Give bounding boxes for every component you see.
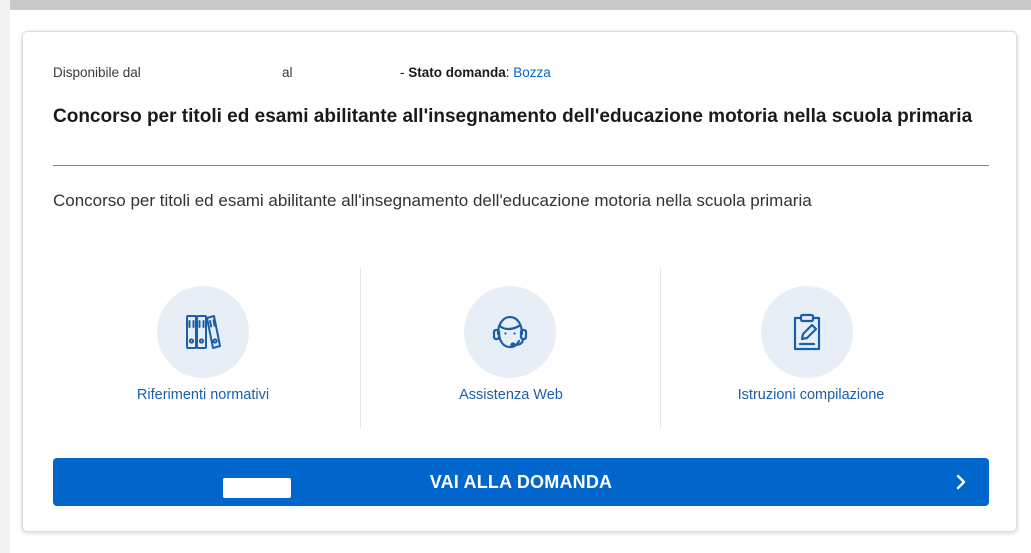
clipboard-edit-icon [761, 286, 853, 378]
chevron-right-icon [956, 474, 966, 490]
go-to-application-label: VAI ALLA DOMANDA [429, 472, 613, 492]
top-window-edge [0, 0, 1031, 10]
competition-title: Concorso per titoli ed esami abilitante … [53, 106, 973, 127]
competition-card: Disponibile dal al - Stato domanda: Bozz… [22, 31, 1017, 532]
title-divider [53, 165, 989, 166]
binders-icon [157, 286, 249, 378]
status-label: Stato domanda [408, 65, 506, 80]
link-assistenza-web[interactable]: Assistenza Web [360, 268, 661, 428]
link-label: Riferimenti normativi [136, 387, 270, 403]
link-riferimenti-normativi[interactable]: Riferimenti normativi [53, 268, 353, 428]
go-to-application-button[interactable]: VAI ALLA DOMANDA [53, 458, 989, 506]
competition-description: Concorso per titoli ed esami abilitante … [53, 191, 812, 210]
application-status: - Stato domanda: Bozza [400, 65, 551, 80]
resource-links: Riferimenti normativi Assistenza Web Ist… [53, 268, 989, 428]
link-label: Assistenza Web [459, 387, 563, 403]
link-label: Istruzioni compilazione [737, 387, 885, 403]
link-istruzioni-compilazione[interactable]: Istruzioni compilazione [660, 268, 961, 428]
status-prefix: - [400, 65, 409, 80]
left-window-edge [0, 0, 10, 553]
available-until-label: al [282, 65, 293, 80]
status-value: Bozza [513, 65, 551, 80]
available-from-label: Disponibile dal [53, 65, 141, 80]
headset-support-icon [464, 286, 556, 378]
status-separator: : [505, 65, 510, 80]
redacted-block [223, 478, 291, 498]
